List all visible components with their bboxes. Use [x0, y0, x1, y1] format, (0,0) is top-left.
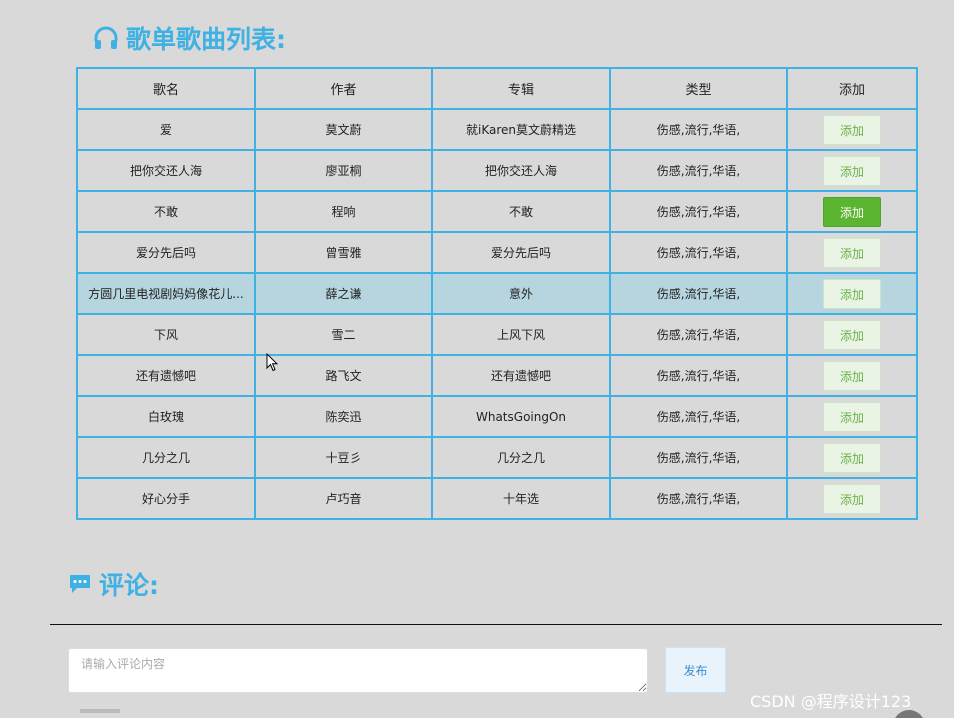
- add-cell: 添加: [786, 190, 918, 233]
- song-name-cell: 白玫瑰: [76, 395, 256, 438]
- add-song-button[interactable]: 添加: [823, 319, 881, 350]
- add-song-button[interactable]: 添加: [823, 114, 881, 145]
- divider: [50, 624, 942, 625]
- comments-title-text: 评论:: [99, 571, 159, 600]
- add-cell: 添加: [786, 272, 918, 315]
- add-cell: 添加: [786, 477, 918, 520]
- add-cell: 添加: [786, 108, 918, 151]
- add-cell: 添加: [786, 231, 918, 274]
- song-album-cell: 爱分先后吗: [431, 231, 611, 274]
- songs-table: 歌名 作者 专辑 类型 添加 爱莫文蔚 就iKaren莫文蔚精选 伤感,流行,华语,…: [76, 67, 918, 520]
- column-header-genre: 类型: [609, 67, 788, 110]
- comment-icon: [68, 572, 92, 596]
- song-name-cell: 几分之几: [76, 436, 256, 479]
- song-genre-cell: 伤感,流行,华语,: [609, 354, 788, 397]
- song-name-cell: 不敢: [76, 190, 256, 233]
- add-cell: 添加: [786, 436, 918, 479]
- song-artist-cell: 卢巧音: [254, 477, 433, 520]
- song-genre-cell: 伤感,流行,华语,: [609, 190, 788, 233]
- song-name-cell: 爱分先后吗: [76, 231, 256, 274]
- column-header-artist: 作者: [254, 67, 433, 110]
- song-name-cell: 下风: [76, 313, 256, 356]
- headphones-icon: [93, 26, 119, 50]
- song-genre-cell: 伤感,流行,华语,: [609, 436, 788, 479]
- song-album-cell: 就iKaren莫文蔚精选: [431, 108, 611, 151]
- add-song-button[interactable]: 添加: [823, 401, 881, 432]
- add-cell: 添加: [786, 395, 918, 438]
- song-name-cell: 把你交还人海: [76, 149, 256, 192]
- song-artist-cell: 雪二: [254, 313, 433, 356]
- table-row: 还有遗憾吧 路飞文 还有遗憾吧 伤感,流行,华语, 添加: [76, 354, 918, 397]
- table-row: 把你交还人海 廖亚桐 把你交还人海 伤感,流行,华语, 添加: [76, 149, 918, 192]
- mouse-cursor-icon: [266, 352, 279, 376]
- song-album-cell: 意外: [431, 272, 611, 315]
- add-song-button[interactable]: 添加: [823, 442, 881, 473]
- song-genre-cell: 伤感,流行,华语,: [609, 395, 788, 438]
- watermark: CSDN @程序设计123: [750, 692, 912, 711]
- publish-button[interactable]: 发布: [665, 647, 726, 693]
- add-song-button[interactable]: 添加: [823, 278, 881, 309]
- songs-title-text: 歌单歌曲列表:: [126, 25, 286, 54]
- table-row: 不敢 程响 不敢 伤感,流行,华语, 添加: [76, 190, 918, 233]
- add-song-button[interactable]: 添加: [823, 237, 881, 268]
- song-name-cell: 好心分手: [76, 477, 256, 520]
- song-name-cell: 方圆几里电视剧妈妈像花儿...: [76, 272, 256, 315]
- add-cell: 添加: [786, 354, 918, 397]
- song-album-cell: 还有遗憾吧: [431, 354, 611, 397]
- add-cell: 添加: [786, 313, 918, 356]
- song-album-cell: 十年选: [431, 477, 611, 520]
- song-artist-cell: 路飞文: [254, 354, 433, 397]
- column-header-album: 专辑: [431, 67, 611, 110]
- table-row: 方圆几里电视剧妈妈像花儿... 薛之谦 意外 伤感,流行,华语, 添加: [76, 272, 918, 315]
- table-row: 几分之几 十豆彡 几分之几 伤感,流行,华语, 添加: [76, 436, 918, 479]
- song-artist-cell: 曾雪雅: [254, 231, 433, 274]
- song-name-cell: 还有遗憾吧: [76, 354, 256, 397]
- songs-section-title: 歌单歌曲列表:: [93, 20, 286, 56]
- song-artist-cell: 陈奕迅: [254, 395, 433, 438]
- add-song-button[interactable]: 添加: [823, 483, 881, 514]
- song-album-cell: 上风下风: [431, 313, 611, 356]
- next-section-fragment: [80, 709, 120, 713]
- comment-input[interactable]: [68, 648, 648, 693]
- song-artist-cell: 薛之谦: [254, 272, 433, 315]
- song-artist-cell: 廖亚桐: [254, 149, 433, 192]
- song-genre-cell: 伤感,流行,华语,: [609, 108, 788, 151]
- song-genre-cell: 伤感,流行,华语,: [609, 149, 788, 192]
- song-artist-cell: 十豆彡: [254, 436, 433, 479]
- add-song-button[interactable]: 添加: [823, 196, 881, 227]
- song-artist-cell: 莫文蔚: [254, 108, 433, 151]
- table-row: 爱莫文蔚 就iKaren莫文蔚精选 伤感,流行,华语, 添加: [76, 108, 918, 151]
- song-genre-cell: 伤感,流行,华语,: [609, 313, 788, 356]
- song-genre-cell: 伤感,流行,华语,: [609, 272, 788, 315]
- song-album-cell: WhatsGoingOn: [431, 395, 611, 438]
- table-row: 好心分手 卢巧音 十年选 伤感,流行,华语, 添加: [76, 477, 918, 520]
- page: 歌单歌曲列表: 歌名 作者 专辑 类型 添加 爱莫文蔚 就iKaren莫文蔚精选伤…: [0, 0, 954, 718]
- table-header-row: 歌名 作者 专辑 类型 添加: [76, 67, 918, 110]
- add-song-button[interactable]: 添加: [823, 155, 881, 186]
- song-name-cell: 爱: [76, 108, 256, 151]
- song-genre-cell: 伤感,流行,华语,: [609, 231, 788, 274]
- songs-table-body: 爱莫文蔚 就iKaren莫文蔚精选 伤感,流行,华语, 添加 把你交还人海 廖亚桐 把你交还…: [76, 108, 918, 520]
- table-row: 爱分先后吗 曾雪雅 爱分先后吗 伤感,流行,华语, 添加: [76, 231, 918, 274]
- song-artist-cell: 程响: [254, 190, 433, 233]
- song-album-cell: 把你交还人海: [431, 149, 611, 192]
- song-genre-cell: 伤感,流行,华语,: [609, 477, 788, 520]
- add-song-button[interactable]: 添加: [823, 360, 881, 391]
- song-album-cell: 不敢: [431, 190, 611, 233]
- column-header-name: 歌名: [76, 67, 256, 110]
- song-album-cell: 几分之几: [431, 436, 611, 479]
- table-row: 白玫瑰 陈奕迅 WhatsGoingOn 伤感,流行,华语, 添加: [76, 395, 918, 438]
- comments-section-title: 评论:: [68, 566, 159, 602]
- column-header-add: 添加: [786, 67, 918, 110]
- table-row: 下风 雪二 上风下风 伤感,流行,华语, 添加: [76, 313, 918, 356]
- add-cell: 添加: [786, 149, 918, 192]
